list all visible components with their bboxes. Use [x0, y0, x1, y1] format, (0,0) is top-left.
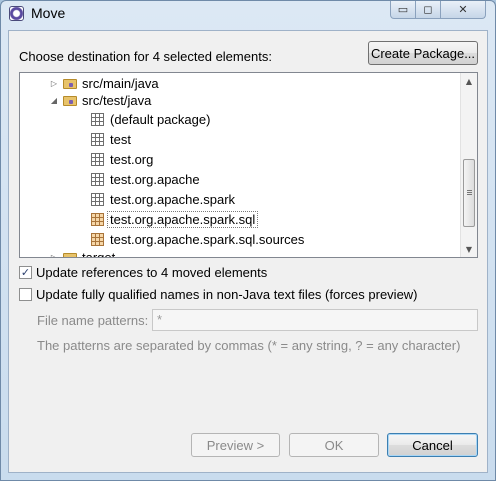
- package-icon: [91, 213, 104, 226]
- close-button[interactable]: ✕: [440, 1, 486, 19]
- update-qualified-names-option[interactable]: Update fully qualified names in non-Java…: [19, 287, 418, 302]
- title-bar[interactable]: Move ▭ ◻ ✕: [1, 1, 495, 27]
- tree-item-label: target: [82, 250, 116, 258]
- tree-item-test-org[interactable]: test.org: [91, 150, 153, 169]
- folder-icon: [63, 252, 77, 257]
- destination-prompt: Choose destination for 4 selected elemen…: [19, 49, 272, 64]
- grip-line: [467, 194, 472, 195]
- tree-item-target[interactable]: ▷ target: [49, 248, 116, 258]
- source-folder-icon: [63, 78, 77, 89]
- expand-arrow-icon[interactable]: ▷: [49, 79, 59, 88]
- tree-item-label: test.org.apache.spark.sql: [107, 211, 259, 228]
- tree-item-test-org-apache-spark[interactable]: test.org.apache.spark: [91, 190, 235, 209]
- file-name-patterns-label: File name patterns:: [37, 313, 149, 328]
- source-folder-icon: [63, 95, 77, 106]
- eclipse-app-icon: [9, 6, 24, 21]
- file-name-patterns-field: *: [152, 309, 478, 331]
- package-icon: [91, 193, 104, 206]
- ok-button[interactable]: OK: [289, 433, 379, 457]
- preview-button[interactable]: Preview >: [191, 433, 280, 457]
- tree-item-label: test.org.apache.spark.sql.sources: [110, 232, 305, 247]
- scrollbar-thumb[interactable]: [463, 159, 475, 227]
- package-icon: [91, 113, 104, 126]
- maximize-button[interactable]: ◻: [415, 1, 441, 19]
- tree-item-label: test.org: [110, 152, 154, 167]
- collapse-arrow-icon[interactable]: ◢: [49, 96, 59, 105]
- tree-item-src-test-java[interactable]: ◢ src/test/java: [49, 91, 151, 110]
- cancel-button[interactable]: Cancel: [387, 433, 478, 457]
- tree-item-label: src/test/java: [82, 93, 152, 108]
- tree-item-label: (default package): [110, 112, 211, 127]
- package-icon: [91, 233, 104, 246]
- tree-item-test[interactable]: test: [91, 130, 131, 149]
- update-references-checkbox[interactable]: ✓: [19, 266, 32, 279]
- create-package-button[interactable]: Create Package...: [368, 41, 478, 65]
- grip-line: [467, 190, 472, 191]
- grip-line: [467, 192, 472, 193]
- tree-item-default-package[interactable]: (default package): [91, 110, 210, 129]
- tree-item-test-org-apache-spark-sql-sources[interactable]: test.org.apache.spark.sql.sources: [91, 230, 304, 249]
- window-title: Move: [31, 5, 66, 21]
- tree-item-test-org-apache[interactable]: test.org.apache: [91, 170, 200, 189]
- scroll-down-arrow-icon[interactable]: ▼: [461, 241, 477, 257]
- destination-tree[interactable]: ▷ src/main/java ◢ src/test/java (default…: [19, 72, 478, 258]
- scroll-up-arrow-icon[interactable]: ▲: [461, 73, 477, 89]
- update-references-label: Update references to 4 moved elements: [36, 265, 268, 280]
- tree-item-label: src/main/java: [82, 76, 159, 91]
- tree-item-test-org-apache-spark-sql[interactable]: test.org.apache.spark.sql: [91, 210, 259, 229]
- dialog-body: Choose destination for 4 selected elemen…: [8, 30, 488, 473]
- update-qualified-names-label: Update fully qualified names in non-Java…: [36, 287, 418, 302]
- tree-item-label: test.org.apache: [110, 172, 200, 187]
- update-references-option[interactable]: ✓ Update references to 4 moved elements: [19, 265, 267, 280]
- update-qualified-names-checkbox[interactable]: [19, 288, 32, 301]
- package-icon: [91, 153, 104, 166]
- tree-item-label: test: [110, 132, 131, 147]
- move-dialog-window: Move ▭ ◻ ✕ Choose destination for 4 sele…: [0, 0, 496, 481]
- patterns-hint: The patterns are separated by commas (* …: [37, 338, 461, 353]
- package-icon: [91, 173, 104, 186]
- expand-arrow-icon[interactable]: ▷: [49, 253, 59, 257]
- tree-vertical-scrollbar[interactable]: ▲ ▼: [460, 73, 477, 257]
- tree-item-label: test.org.apache.spark: [110, 192, 236, 207]
- package-icon: [91, 133, 104, 146]
- minimize-button[interactable]: ▭: [390, 1, 416, 19]
